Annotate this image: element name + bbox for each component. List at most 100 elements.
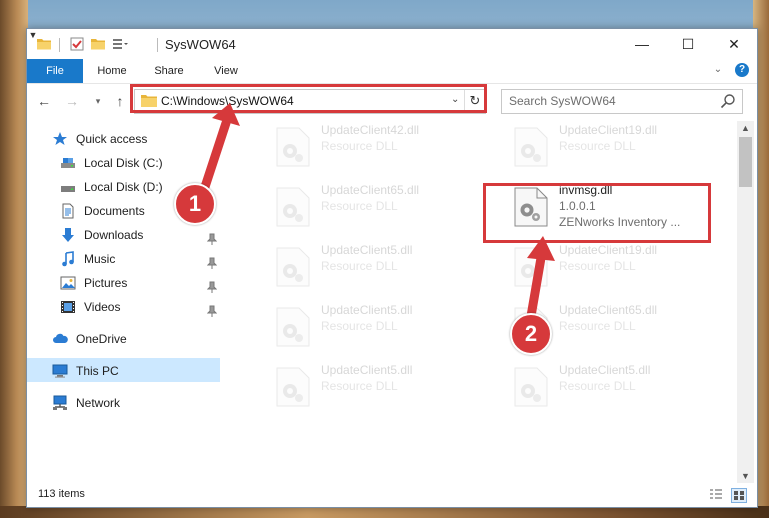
maximize-button[interactable]: ☐ [665, 29, 711, 59]
file-type: Resource DLL [321, 199, 398, 213]
file-tile[interactable]: UpdateClient5.dll Resource DLL [265, 241, 490, 291]
vertical-scrollbar[interactable]: ▲ ▼ [737, 121, 754, 483]
dll-file-icon [276, 307, 310, 347]
address-bar-highlight [130, 84, 487, 113]
file-tile[interactable]: UpdateClient19.dll Resource DLL [503, 121, 728, 171]
dll-file-icon [276, 367, 310, 407]
scroll-up-icon[interactable]: ▲ [737, 121, 754, 135]
file-type: Resource DLL [321, 259, 398, 273]
file-type: Resource DLL [321, 319, 398, 333]
pin-icon[interactable] [207, 281, 217, 293]
sidebar-item-label: Local Disk (C:) [84, 156, 163, 170]
sidebar-item-label: Downloads [84, 228, 144, 242]
file-name: UpdateClient19.dll [559, 123, 658, 137]
step-badge-2: 2 [510, 313, 552, 355]
sidebar-item-label: This PC [76, 364, 119, 378]
file-type: Resource DLL [559, 139, 636, 153]
search-placeholder: Search SysWOW64 [509, 94, 616, 108]
help-icon[interactable]: ? [735, 63, 749, 77]
file-name: UpdateClient5.dll [321, 303, 413, 317]
sidebar-item-label: Pictures [84, 276, 128, 290]
file-type: Resource DLL [559, 319, 636, 333]
file-name: UpdateClient65.dll [559, 303, 658, 317]
file-type: Resource DLL [321, 379, 398, 393]
dll-file-icon [276, 127, 310, 167]
cloud-icon [53, 333, 68, 343]
details-view-icon[interactable] [709, 488, 723, 501]
sidebar-item-label: Local Disk (D:) [84, 180, 163, 194]
file-name: UpdateClient42.dll [321, 123, 420, 137]
file-name: UpdateClient65.dll [321, 183, 420, 197]
expand-ribbon-icon[interactable]: ⌄ [711, 63, 725, 77]
status-bar: 113 items [27, 483, 757, 507]
pin-icon[interactable] [207, 305, 217, 317]
file-tile[interactable]: UpdateClient5.dll Resource DLL [503, 361, 728, 411]
sidebar-item-label: Music [84, 252, 116, 266]
drive-icon [61, 158, 75, 168]
navigation-pane: Quick access Local Disk (C:) Local Disk … [27, 121, 222, 483]
download-icon [62, 228, 74, 242]
music-icon [62, 251, 74, 267]
file-tile[interactable]: UpdateClient5.dll Resource DLL [265, 361, 490, 411]
pin-icon[interactable] [207, 257, 217, 269]
tab-home[interactable]: Home [91, 59, 133, 83]
sidebar-item-label: OneDrive [76, 332, 127, 346]
window-title: SysWOW64 [165, 37, 236, 52]
file-type: Resource DLL [559, 259, 636, 273]
file-name: UpdateClient5.dll [321, 363, 413, 377]
file-tile[interactable]: UpdateClient19.dll Resource DLL [503, 241, 728, 291]
documents-icon [62, 203, 74, 219]
new-folder-icon[interactable] [90, 36, 106, 52]
file-name: UpdateClient5.dll [559, 363, 651, 377]
tab-view[interactable]: View [205, 59, 247, 83]
file-type: Resource DLL [321, 139, 398, 153]
quick-access-separator [59, 38, 60, 52]
up-arrow-icon[interactable]: ↑ [111, 92, 129, 110]
computer-icon [52, 364, 68, 378]
star-icon [53, 132, 67, 145]
minimize-button[interactable]: — [619, 29, 665, 59]
search-icon[interactable] [720, 93, 736, 109]
close-button[interactable]: ✕ [711, 29, 757, 59]
drive-icon [61, 186, 75, 192]
file-tile[interactable]: UpdateClient5.dll Resource DLL [265, 301, 490, 351]
file-name: UpdateClient5.dll [321, 243, 413, 257]
scroll-thumb[interactable] [739, 137, 752, 187]
file-highlight [483, 183, 711, 243]
step-badge-1: 1 [174, 183, 216, 225]
item-count: 113 items [38, 488, 85, 500]
folder-icon[interactable] [36, 36, 52, 52]
large-icons-view-icon[interactable] [731, 488, 747, 503]
file-tile[interactable]: UpdateClient65.dll Resource DLL [265, 181, 490, 231]
dll-file-icon [276, 247, 310, 287]
scroll-down-icon[interactable]: ▼ [737, 469, 754, 483]
sidebar-item-label: Quick access [76, 132, 148, 146]
tab-file[interactable]: File [27, 59, 83, 83]
sidebar-item-label: Videos [84, 300, 121, 314]
ribbon-tabs: File Home Share View ⌄ ? [27, 59, 757, 84]
properties-check-icon[interactable] [69, 36, 85, 52]
forward-arrow-icon[interactable]: → [63, 92, 81, 110]
dll-file-icon [514, 247, 548, 287]
search-input[interactable]: Search SysWOW64 [501, 89, 743, 114]
dll-file-icon [514, 127, 548, 167]
title-bar: ▼ SysWOW64 — ☐ ✕ [27, 29, 757, 59]
dll-file-icon [514, 367, 548, 407]
sidebar-item-label: Documents [84, 204, 145, 218]
recent-locations-icon[interactable]: ▾ [89, 92, 107, 110]
file-list: UpdateClient42.dll Resource DLL UpdateCl… [223, 121, 737, 483]
customize-icon[interactable] [112, 36, 128, 52]
network-icon [53, 395, 67, 410]
sidebar-item-label: Network [76, 396, 121, 410]
videos-icon [61, 301, 75, 313]
pin-icon[interactable] [207, 233, 217, 245]
file-type: Resource DLL [559, 379, 636, 393]
back-arrow-icon[interactable]: ← [35, 92, 53, 110]
pictures-icon [60, 276, 76, 290]
dll-file-icon [276, 187, 310, 227]
tab-share[interactable]: Share [148, 59, 190, 83]
file-name: UpdateClient19.dll [559, 243, 658, 257]
desktop-background-left [0, 0, 28, 518]
title-separator [157, 38, 158, 52]
file-tile[interactable]: UpdateClient42.dll Resource DLL [265, 121, 490, 171]
